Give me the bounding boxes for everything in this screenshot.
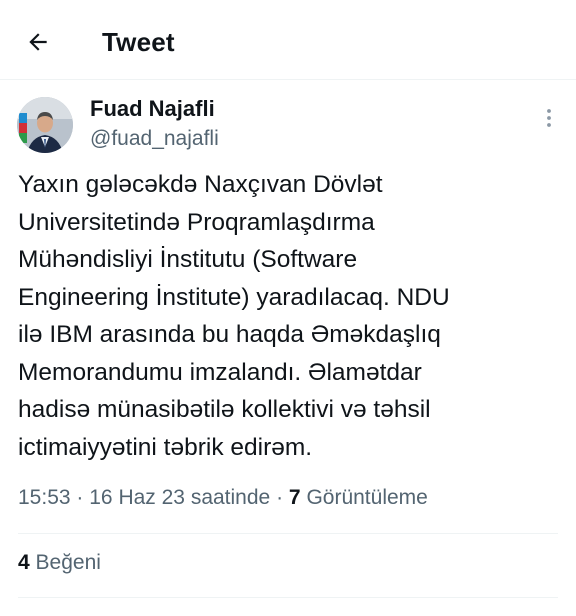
divider <box>18 533 558 534</box>
likes-label: Beğeni <box>35 551 101 574</box>
author-handle[interactable]: @fuad_najafli <box>90 127 219 151</box>
more-vertical-icon <box>547 109 551 127</box>
tweet-time[interactable]: 15:53 <box>18 486 71 509</box>
meta-separator: · <box>76 486 84 509</box>
views-count: 7 <box>288 486 301 509</box>
likes-count: 4 <box>18 551 30 574</box>
back-button[interactable] <box>18 22 58 62</box>
divider <box>18 597 558 598</box>
likes-link[interactable]: 4 Beğeni <box>18 551 101 575</box>
avatar[interactable] <box>17 97 73 153</box>
author-display-name[interactable]: Fuad Najafli <box>90 96 215 122</box>
tweet-text: Yaxın gələcəkdə Naxçıvan Dövlət Universi… <box>18 171 450 461</box>
tweet-date[interactable]: 16 Haz 23 saatinde <box>89 486 270 509</box>
tweet-meta: 15:53 · 16 Haz 23 saatinde · 7 Görüntüle… <box>18 486 428 510</box>
page-title: Tweet <box>102 27 175 57</box>
avatar-photo <box>17 97 73 153</box>
more-options-button[interactable] <box>535 104 563 132</box>
meta-separator: · <box>276 486 284 509</box>
views-label: Görüntüleme <box>306 486 428 509</box>
top-bar: Tweet <box>0 0 576 80</box>
arrow-left-icon <box>29 33 47 51</box>
